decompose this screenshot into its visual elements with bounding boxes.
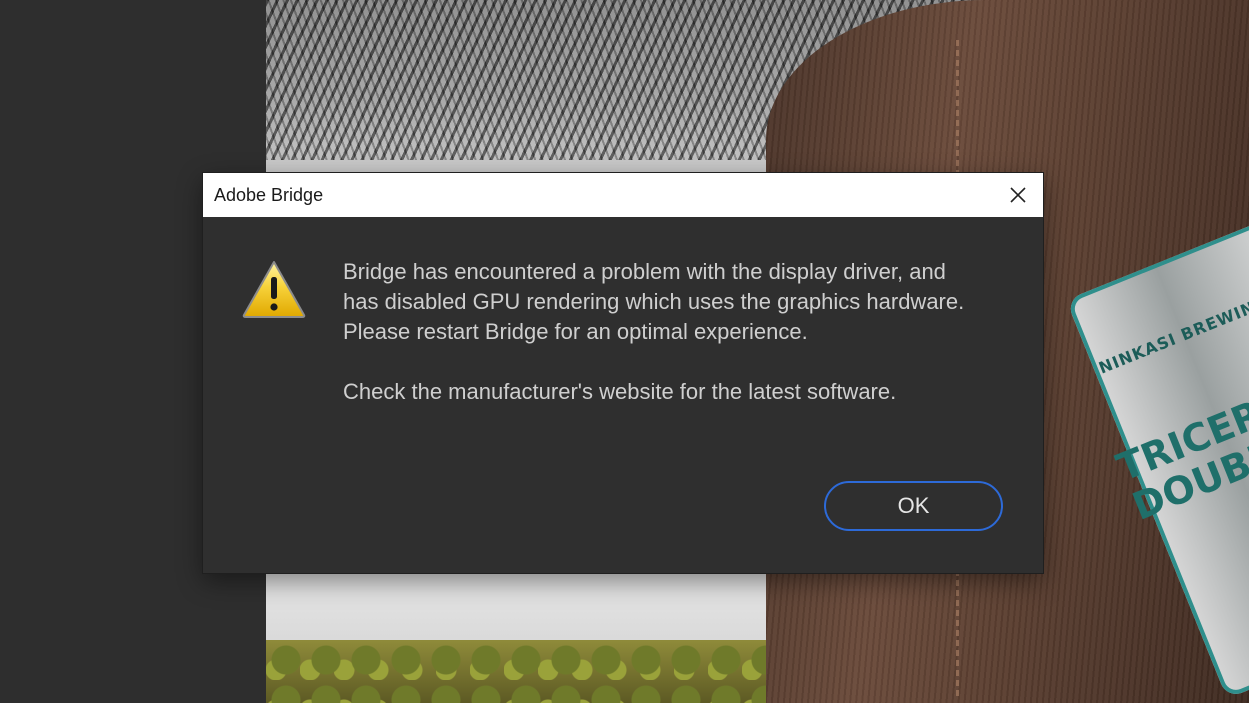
photo-foliage [266,640,826,703]
close-icon [1010,187,1026,203]
message-line: Please restart Bridge for an optimal exp… [343,319,808,344]
screen: NINKASI BREWING COMPA TRICERAHO DOUBLE A… [0,0,1249,703]
message-secondary: Check the manufacturer's website for the… [343,379,897,404]
dialog-titlebar[interactable]: Adobe Bridge [203,173,1043,217]
dialog-message: Bridge has encountered a problem with th… [343,257,1003,407]
dialog-title: Adobe Bridge [214,184,324,205]
warning-icon [242,261,306,318]
ok-button[interactable]: OK [824,481,1003,531]
message-line: Bridge has encountered a problem with th… [343,259,946,284]
error-dialog: Adobe Bridge Bridge has encountered a pr… [203,173,1043,573]
photo-sky [266,570,826,650]
close-button[interactable] [993,173,1043,217]
message-line: has disabled GPU rendering which uses th… [343,289,965,314]
